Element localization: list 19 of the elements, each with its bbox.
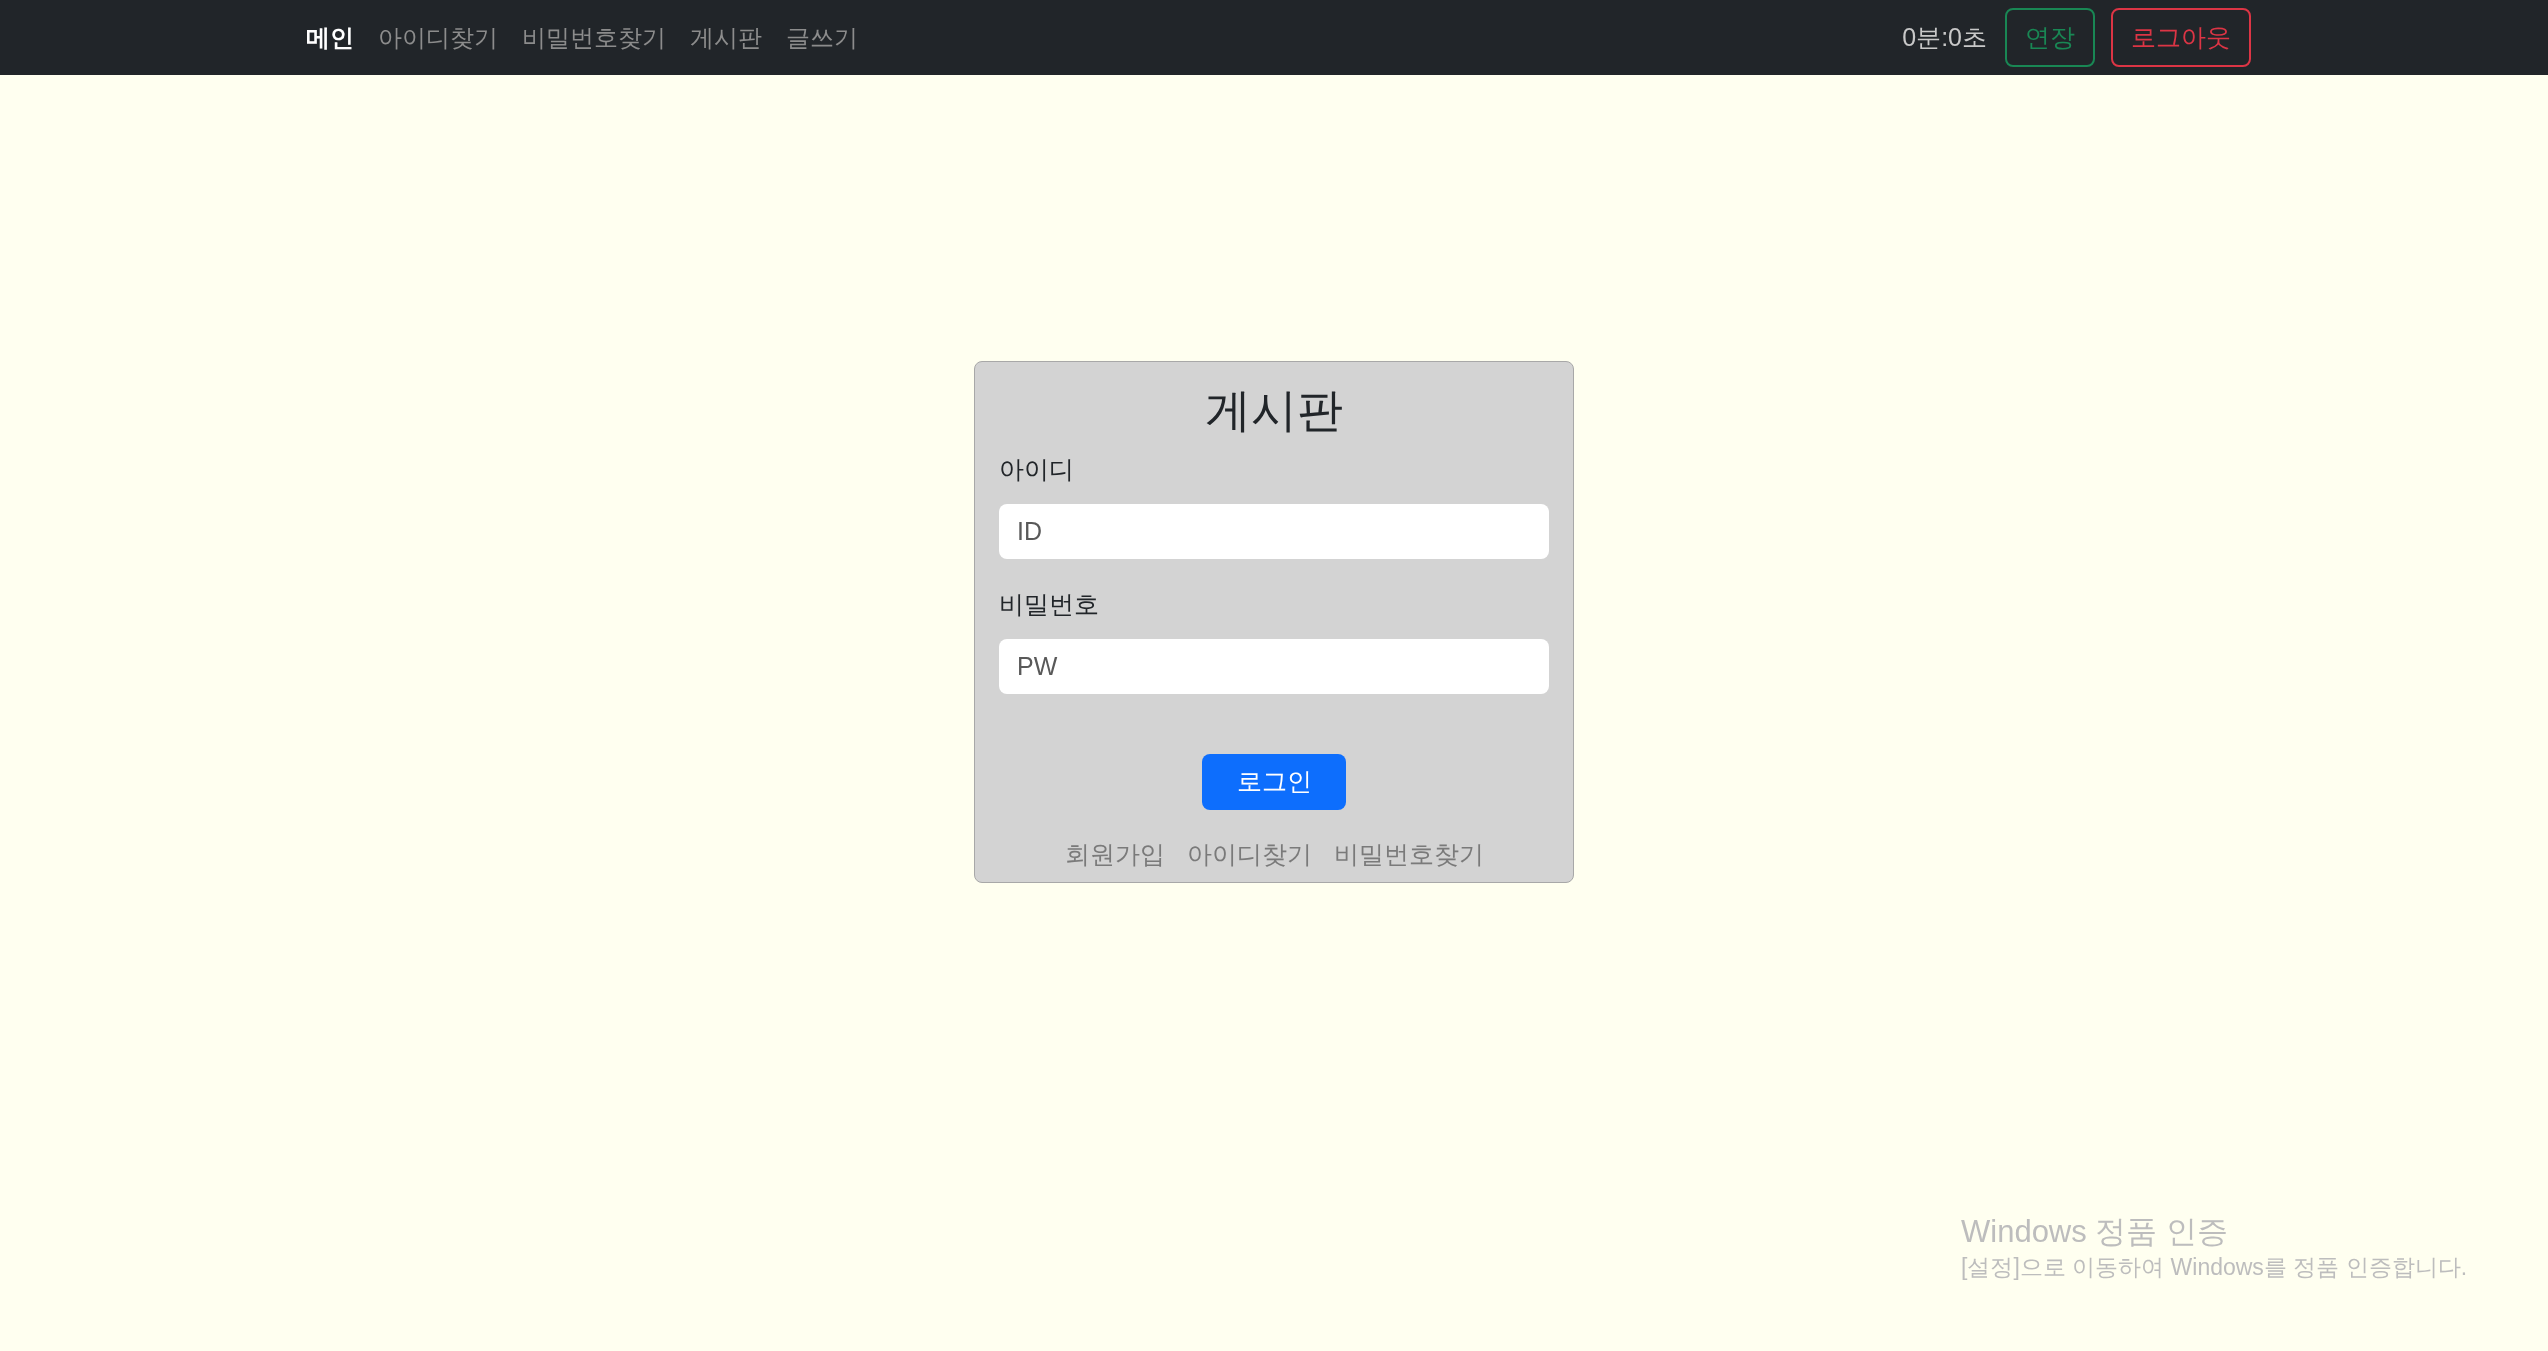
nav-link[interactable]: 글쓰기: [786, 19, 858, 56]
logout-button[interactable]: 로그아웃: [2111, 8, 2251, 67]
extend-button[interactable]: 연장: [2005, 8, 2095, 67]
footer-link[interactable]: 회원가입: [1064, 836, 1165, 874]
nav-link[interactable]: 메인: [306, 19, 354, 56]
footer-link[interactable]: 비밀번호찾기: [1333, 836, 1484, 874]
field-label: 아이디: [999, 454, 1075, 485]
activation-title: Windows 정품 인증: [1961, 1213, 2229, 1251]
login-button[interactable]: 로그인: [1202, 754, 1346, 810]
footer-link[interactable]: 아이디찾기: [1186, 836, 1312, 874]
field-label: 비밀번호: [999, 589, 1100, 620]
activation-text: [설정]으로 이동하여 Windows를 정품 인증합니다.: [1961, 1253, 2468, 1282]
card-title: 게시판: [1204, 383, 1344, 438]
input-field[interactable]: PW: [999, 639, 1549, 694]
nav-link[interactable]: 아이디찾기: [378, 19, 498, 56]
nav-link[interactable]: 게시판: [690, 19, 762, 56]
nav-link[interactable]: 비밀번호찾기: [522, 19, 666, 56]
input-field[interactable]: ID: [999, 504, 1549, 559]
session-timer: 0분:0초: [1902, 21, 1987, 53]
